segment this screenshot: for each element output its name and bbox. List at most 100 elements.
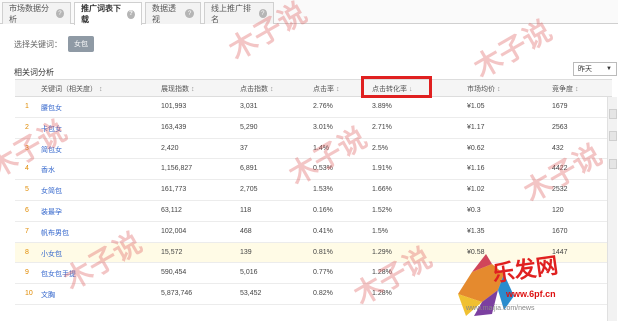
table-row: 2 卡包女 163,439 5,290 3.01% 2.71% ¥1.17 25…: [15, 118, 612, 139]
rank: 9: [25, 269, 29, 277]
cvr: 1.5%: [372, 227, 388, 235]
rank: 5: [25, 186, 29, 194]
impressions: 2,420: [161, 144, 179, 152]
keyword-link[interactable]: 帆布男包: [41, 228, 69, 238]
ctr: 0.16%: [313, 206, 333, 214]
price: ¥1.05: [467, 103, 485, 110]
price: ¥1.02: [467, 186, 485, 194]
keyword-link[interactable]: 女简包: [41, 186, 62, 196]
highlight-box: [361, 76, 432, 98]
scroll-thumb[interactable]: [609, 109, 617, 119]
ctr: 3.01%: [313, 123, 333, 131]
ctr: 0.81%: [313, 248, 333, 256]
help-icon[interactable]: ?: [258, 9, 267, 18]
cvr: 2.5%: [372, 144, 388, 152]
cvr: 1.28%: [372, 290, 392, 298]
rank: 3: [25, 144, 29, 152]
section-title: 相关词分析: [14, 68, 54, 77]
impressions: 63,112: [161, 206, 182, 214]
tab-label: 线上推广排名: [211, 3, 251, 24]
keyword-link[interactable]: 香水: [41, 165, 55, 175]
keyword-link[interactable]: 卡包女: [41, 124, 62, 134]
tab-label: 数据透视: [152, 3, 176, 24]
impressions: 15,572: [161, 248, 183, 256]
sort-icon: ↕: [336, 86, 340, 93]
rank: 10: [25, 290, 33, 298]
column-header-price[interactable]: 市场均价 ↕: [467, 84, 501, 94]
column-header-impressions[interactable]: 展现指数 ↕: [161, 84, 195, 94]
impressions: 590,454: [161, 269, 187, 277]
clicks: 53,452: [240, 290, 262, 298]
column-header-competition[interactable]: 竞争度 ↕: [552, 84, 579, 94]
clicks: 139: [240, 248, 252, 256]
tab-online-ranking[interactable]: 线上推广排名 ?: [204, 2, 274, 24]
keyword-link[interactable]: 简包女: [41, 145, 62, 155]
help-icon[interactable]: ?: [55, 9, 64, 18]
keyword-link[interactable]: 腰包女: [41, 103, 62, 113]
help-icon[interactable]: ?: [185, 9, 194, 18]
sort-icon: ↕: [270, 86, 274, 93]
price: ¥1.35: [467, 227, 485, 235]
rank: 4: [25, 165, 29, 173]
impressions: 1,156,827: [161, 165, 193, 173]
cvr: 2.71%: [372, 123, 392, 131]
tab-market-analysis[interactable]: 市场数据分析 ?: [2, 2, 71, 24]
table-row: 4 香水 1,156,827 6,891 0.53% 1.91% ¥1.16 4…: [15, 159, 612, 181]
tab-keyword-download[interactable]: 推广词表下载 ?: [74, 2, 142, 25]
rank: 2: [25, 123, 29, 131]
tab-label: 推广词表下载: [81, 4, 121, 24]
table-row: 1 腰包女 101,993 3,031 2.76% 3.89% ¥1.05 16…: [15, 97, 612, 118]
rank: 8: [25, 248, 29, 256]
clicks: 5,016: [240, 269, 258, 277]
competition: 2563: [552, 123, 568, 131]
column-header-ctr[interactable]: 点击率 ↕: [313, 84, 340, 94]
ctr: 0.82%: [313, 290, 333, 298]
period-select[interactable]: 昨天 ▼: [573, 62, 617, 76]
clicks: 37: [240, 144, 248, 152]
scroll-thumb[interactable]: [609, 131, 617, 141]
impressions: 5,873,746: [161, 290, 193, 298]
ctr: 0.53%: [313, 165, 333, 173]
help-icon[interactable]: ?: [126, 9, 135, 19]
tab-data-pivot[interactable]: 数据透视 ?: [145, 2, 201, 24]
keyword-link[interactable]: 小女包: [41, 249, 62, 259]
cvr: 1.28%: [372, 269, 392, 277]
clicks: 5,290: [240, 123, 258, 131]
price: ¥1.16: [467, 165, 485, 173]
column-header-keyword[interactable]: 关键词（相关度） ↕: [41, 84, 103, 94]
competition: 1679: [552, 103, 568, 110]
dropdown-arrow-icon: ▼: [606, 66, 612, 72]
clicks: 6,891: [240, 165, 258, 173]
rank: 7: [25, 227, 29, 235]
logo-sub: www.maijia.com/news: [466, 305, 535, 312]
column-header-clicks[interactable]: 点击指数 ↕: [240, 84, 274, 94]
impressions: 161,773: [161, 186, 187, 194]
sort-icon: ↕: [497, 86, 501, 93]
tab-bar: 市场数据分析 ? 推广词表下载 ? 数据透视 ? 线上推广排名 ?: [0, 0, 618, 25]
keyword-link[interactable]: 文胸: [41, 290, 55, 300]
ctr: 2.76%: [313, 103, 333, 110]
ctr: 0.41%: [313, 227, 333, 235]
cvr: 1.66%: [372, 186, 392, 194]
keyword-link[interactable]: 包女包手提: [41, 269, 76, 279]
keyword-link[interactable]: 装最孕: [41, 207, 62, 217]
competition: 2532: [552, 186, 568, 194]
sort-icon: ↕: [99, 86, 103, 93]
cvr: 1.91%: [372, 165, 392, 173]
clicks: 468: [240, 227, 252, 235]
competition: 120: [552, 206, 564, 214]
table-row: 6 装最孕 63,112 118 0.16% 1.52% ¥0.3 120: [15, 201, 612, 222]
keyword-filter: 选择关键词： 女包: [14, 36, 94, 52]
cvr: 1.52%: [372, 206, 392, 214]
ctr: 0.77%: [313, 269, 333, 277]
selected-keyword-chip[interactable]: 女包: [68, 36, 94, 52]
scroll-thumb[interactable]: [609, 159, 617, 169]
price: ¥0.3: [467, 206, 481, 214]
price: ¥1.17: [467, 123, 485, 131]
ctr: 1.53%: [313, 186, 333, 194]
period-value: 昨天: [578, 66, 592, 73]
table-header: 关键词（相关度） ↕ 展现指数 ↕ 点击指数 ↕ 点击率 ↕ 点击转化率 ↓ 市场均价 ↕ …: [15, 79, 612, 97]
table-row: 3 简包女 2,420 37 1.4% 2.5% ¥0.62 432: [15, 139, 612, 160]
cvr: 1.29%: [372, 248, 392, 256]
impressions: 102,004: [161, 227, 187, 235]
